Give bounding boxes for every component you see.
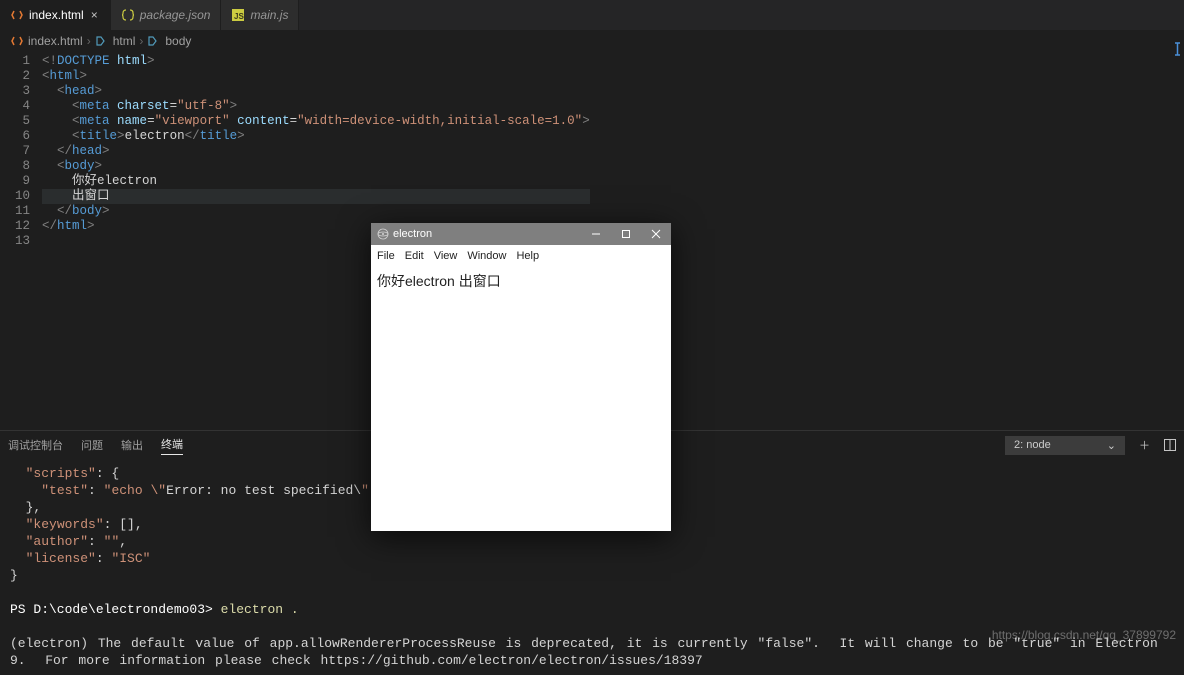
line-number: 10 <box>0 189 30 204</box>
code-line[interactable]: <meta name="viewport" content="width=dev… <box>42 114 590 129</box>
tab-label: main.js <box>250 8 288 22</box>
code-line[interactable]: <head> <box>42 84 590 99</box>
watermark: https://blog.csdn.net/qq_37899792 <box>992 628 1176 642</box>
line-number: 5 <box>0 114 30 129</box>
code-line[interactable]: <body> <box>42 159 590 174</box>
terminal-select-dropdown[interactable]: 2: node ⌄ <box>1005 436 1125 455</box>
line-number: 7 <box>0 144 30 159</box>
chevron-right-icon: › <box>139 34 143 48</box>
menu-view[interactable]: View <box>434 250 458 262</box>
editor-gutter: 12345678910111213 <box>0 54 34 249</box>
code-line[interactable]: </head> <box>42 144 590 159</box>
app-content: 你好electron 出窗口 <box>371 267 671 531</box>
breadcrumb-part[interactable]: body <box>165 34 191 48</box>
app-icon <box>377 228 389 240</box>
editor-code[interactable]: <!DOCTYPE html><html> <head> <meta chars… <box>34 54 590 249</box>
tag-icon <box>95 34 109 48</box>
line-number: 13 <box>0 234 30 249</box>
electron-app-window: electron File Edit View Window Help 你好electr… <box>371 223 671 531</box>
breadcrumb-part[interactable]: html <box>113 34 136 48</box>
line-number: 4 <box>0 99 30 114</box>
line-number: 3 <box>0 84 30 99</box>
chevron-down-icon: ⌄ <box>1107 439 1116 452</box>
chevron-right-icon: › <box>87 34 91 48</box>
menu-edit[interactable]: Edit <box>405 250 424 262</box>
code-line[interactable]: <meta charset="utf-8"> <box>42 99 590 114</box>
tab-package-json[interactable]: package.json <box>111 0 222 30</box>
line-number: 6 <box>0 129 30 144</box>
menu-help[interactable]: Help <box>516 250 539 262</box>
code-line[interactable]: </body> <box>42 204 590 219</box>
line-number: 9 <box>0 174 30 189</box>
tab-index-html[interactable]: index.html × <box>0 0 111 30</box>
html-file-icon <box>10 34 24 48</box>
code-line[interactable]: <!DOCTYPE html> <box>42 54 590 69</box>
line-number: 11 <box>0 204 30 219</box>
line-number: 8 <box>0 159 30 174</box>
breadcrumb: index.html›html›body <box>0 30 1184 52</box>
minimize-button[interactable] <box>581 223 611 245</box>
titlebar[interactable]: electron <box>371 223 671 245</box>
line-number: 1 <box>0 54 30 69</box>
maximize-button[interactable] <box>611 223 641 245</box>
split-terminal-icon[interactable] <box>1164 439 1176 451</box>
terminal-select-value: 2: node <box>1014 439 1051 451</box>
code-line[interactable]: <title>electron</title> <box>42 129 590 144</box>
panel-tab-终端[interactable]: 终端 <box>161 436 183 455</box>
menubar: File Edit View Window Help <box>371 245 671 267</box>
code-line[interactable]: 你好electron <box>42 174 590 189</box>
tab-main-js[interactable]: JS main.js <box>221 0 299 30</box>
html-file-icon <box>10 8 24 22</box>
panel-tab-调试控制台[interactable]: 调试控制台 <box>8 437 63 453</box>
code-line[interactable]: <html> <box>42 69 590 84</box>
tab-label: package.json <box>140 8 211 22</box>
window-title: electron <box>393 228 432 240</box>
menu-file[interactable]: File <box>377 250 395 262</box>
js-file-icon: JS <box>231 8 245 22</box>
line-number: 2 <box>0 69 30 84</box>
svg-text:JS: JS <box>234 12 244 21</box>
panel-tab-输出[interactable]: 输出 <box>121 437 143 453</box>
minimap-cursor-icon <box>1174 42 1184 56</box>
close-tab-icon[interactable]: × <box>89 8 100 22</box>
line-number: 12 <box>0 219 30 234</box>
tag-icon <box>147 34 161 48</box>
code-line[interactable]: 出窗口 <box>42 189 590 204</box>
new-terminal-icon[interactable]: ＋ <box>1139 437 1150 453</box>
tab-label: index.html <box>29 8 84 22</box>
breadcrumb-part[interactable]: index.html <box>28 34 83 48</box>
panel-tab-问题[interactable]: 问题 <box>81 437 103 453</box>
close-button[interactable] <box>641 223 671 245</box>
json-file-icon <box>121 8 135 22</box>
menu-window[interactable]: Window <box>467 250 506 262</box>
